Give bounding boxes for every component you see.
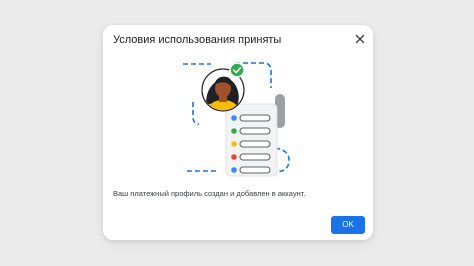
ok-button[interactable]: OK [331,216,365,234]
dialog-title: Условия использования приняты [113,34,282,46]
check-circle-icon [229,62,245,78]
profile-illustration [183,62,290,177]
terms-accepted-dialog: Условия использования приняты Ваш платеж… [103,25,373,240]
dialog-message: Ваш платежный профиль создан и добавлен … [113,189,306,198]
close-button[interactable] [352,31,368,47]
close-icon [355,34,365,44]
